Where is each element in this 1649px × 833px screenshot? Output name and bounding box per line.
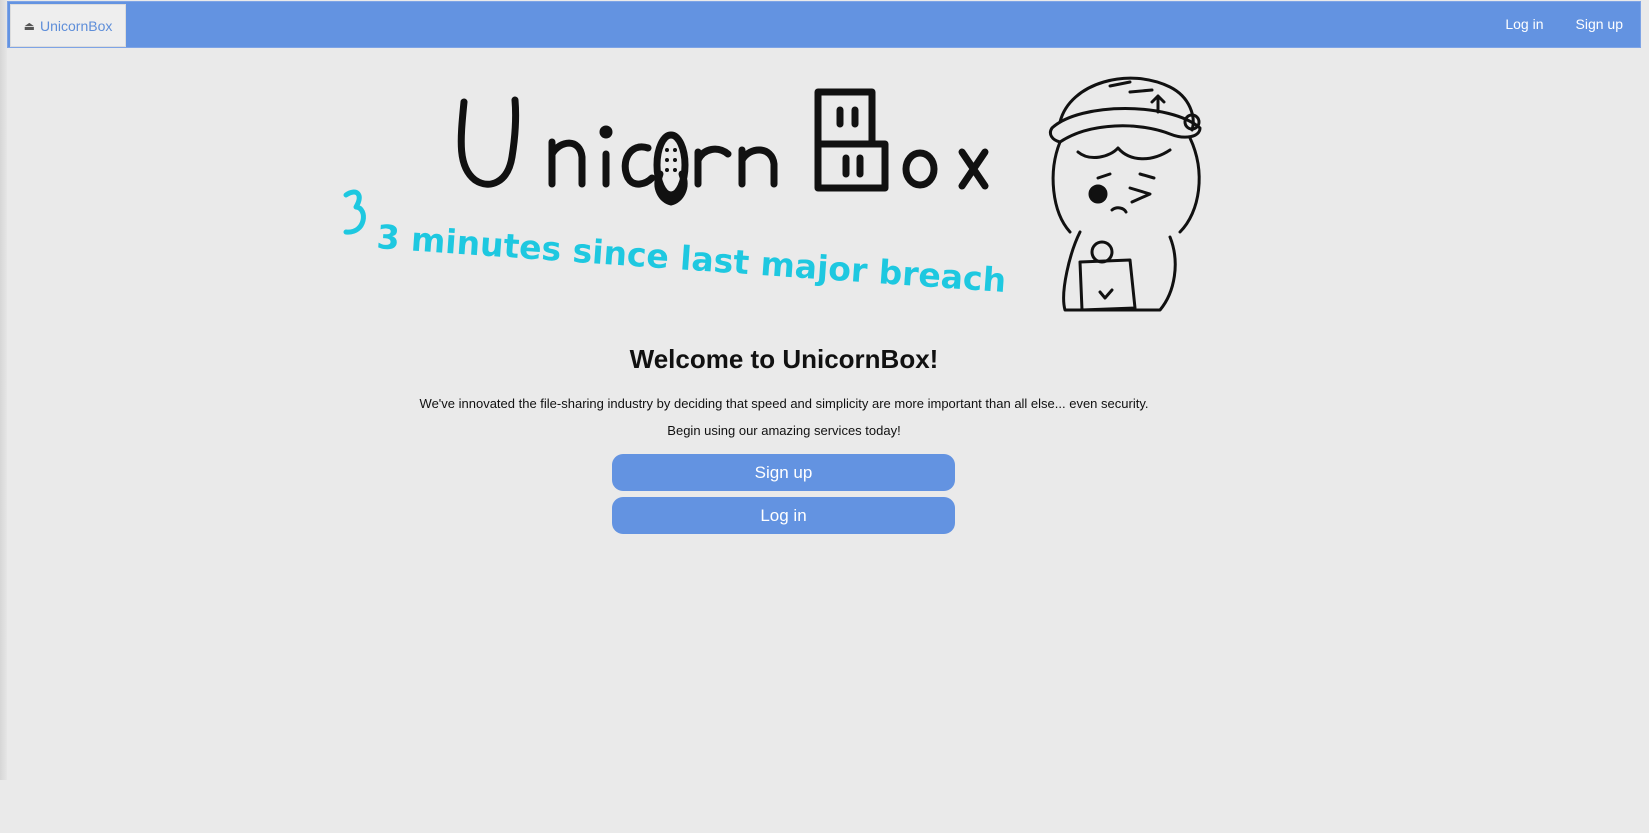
brand-label: UnicornBox <box>39 17 113 34</box>
top-navbar: ⏏ UnicornBox Log in Sign up <box>7 1 1641 48</box>
tagline-text: We've innovated the file-sharing industr… <box>419 396 1149 411</box>
page: ⏏ UnicornBox Log in Sign up 3 minutes si… <box>0 0 1649 833</box>
nav-signup-link[interactable]: Sign up <box>1560 2 1640 47</box>
nav-links: Log in Sign up <box>1489 2 1640 47</box>
nav-login-link[interactable]: Log in <box>1489 2 1559 47</box>
subtitle-handwritten: 3 minutes since last major breach <box>375 217 1007 300</box>
signup-button[interactable]: Sign up <box>612 454 955 491</box>
corn-kernels <box>665 148 677 172</box>
brand-link[interactable]: ⏏ UnicornBox <box>10 4 126 47</box>
welcome-heading: Welcome to UnicornBox! <box>629 344 939 374</box>
cta-text: Begin using our amazing services today! <box>667 423 901 438</box>
logo-wordmark <box>457 88 989 206</box>
login-button[interactable]: Log in <box>612 497 955 534</box>
hero-logo-banner: 3 minutes since last major breach <box>343 76 1202 312</box>
hero-subtitle <box>343 189 366 235</box>
box-icon: ⏏ <box>23 18 35 33</box>
window-edge-shadow <box>0 0 7 780</box>
mascot-illustration <box>1048 76 1202 312</box>
